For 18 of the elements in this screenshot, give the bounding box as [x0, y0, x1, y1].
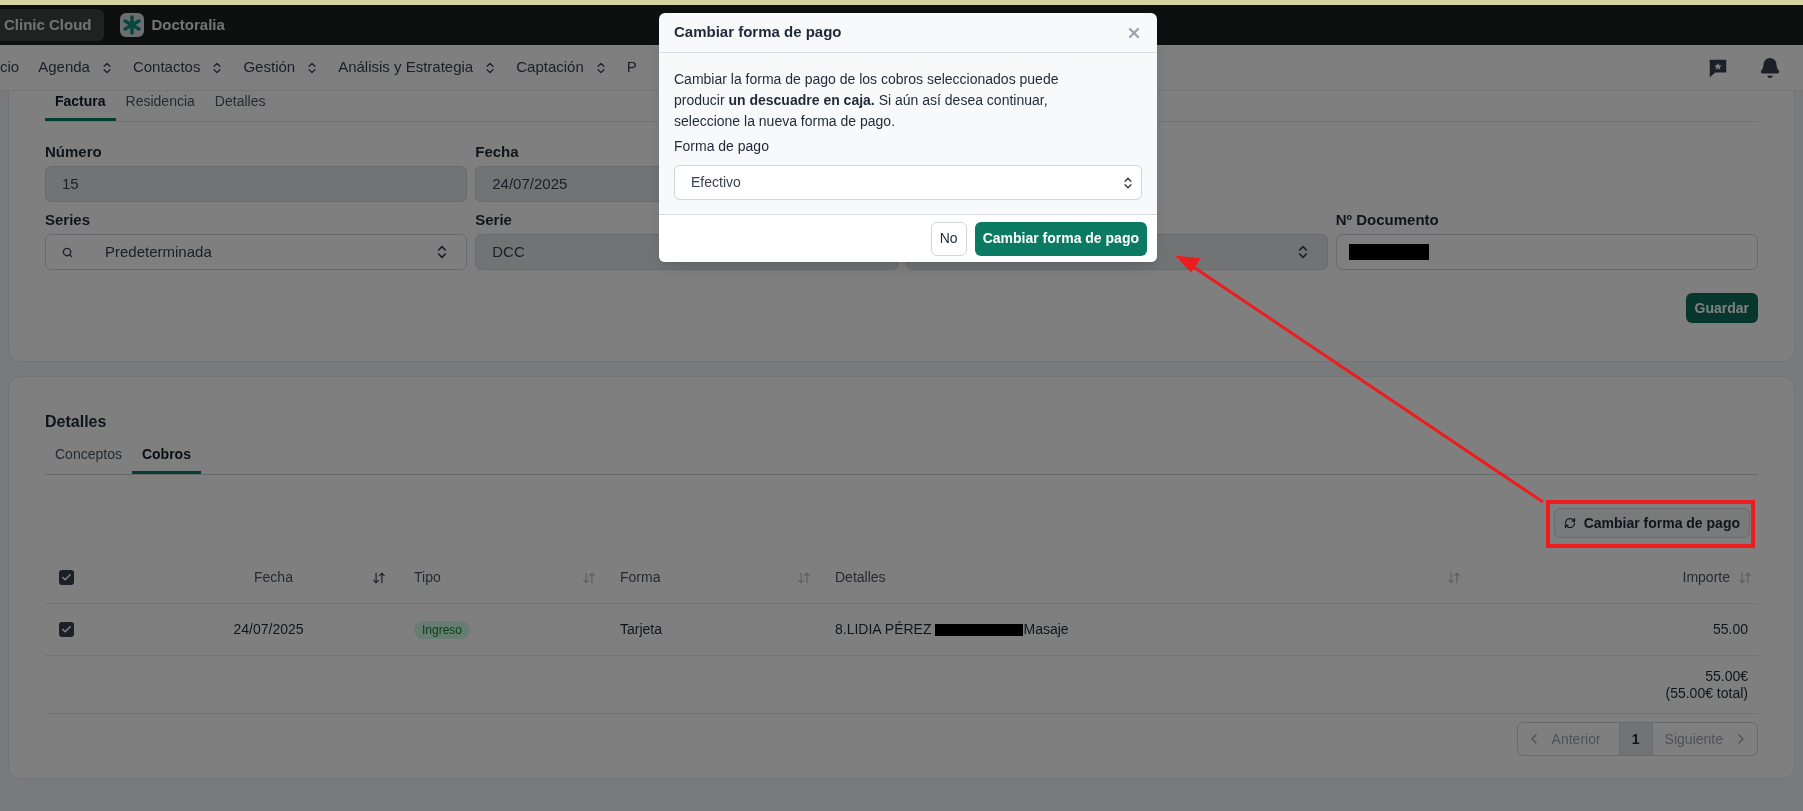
table-cell-text: 55.00 — [1712, 620, 1748, 639]
modal-message: Cambiar la forma de pago de los cobros seleccionados puede producir un descuadre en caja. Si aún así desea continuar, seleccione la nueva forma de pago. — [674, 70, 1060, 131]
table-cell-text: Masaje — [1023, 620, 1069, 639]
field-label: Forma de pago — [674, 137, 769, 156]
table-cell-text: 24/07/2025 — [233, 620, 304, 639]
brand-name: Doctoralia — [151, 14, 225, 35]
table-cell: Tarjeta — [620, 621, 663, 637]
table-cell-text: 8.LIDIA PÉREZ — [835, 620, 932, 639]
field-label: Número — [45, 143, 102, 160]
modal-title: Cambiar forma de pago — [674, 22, 842, 43]
section-title: Detalles — [45, 412, 107, 432]
total-amount: 55.00€ — [1705, 667, 1748, 685]
field-label: Serie — [475, 211, 512, 228]
field-label: Series — [45, 211, 91, 228]
total-note: (55.00€ total) — [1665, 684, 1748, 702]
field-label: Nº Documento — [1335, 211, 1439, 228]
type-badge: Ingreso — [414, 621, 471, 639]
field-label: Fecha — [475, 143, 519, 160]
